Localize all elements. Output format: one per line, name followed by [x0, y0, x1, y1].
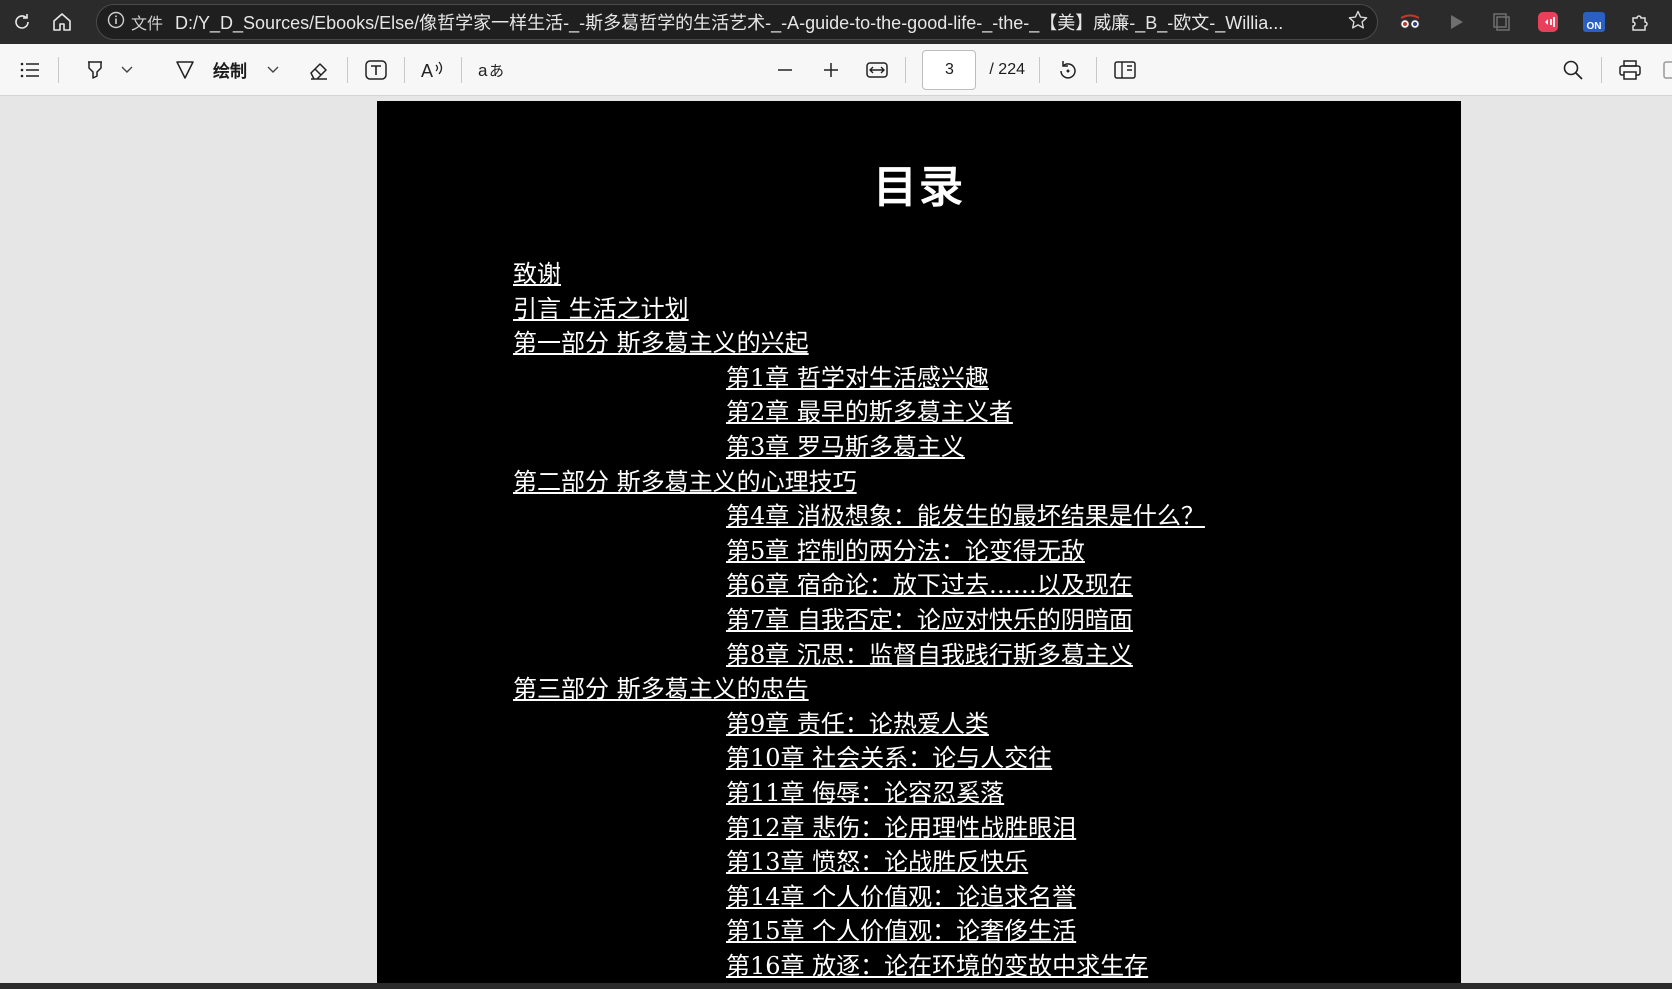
toc-link[interactable]: 第14章 个人价值观：论追求名誉: [726, 883, 1076, 911]
toc-link[interactable]: 第10章 社会关系：论与人交往: [726, 744, 1052, 772]
draw-label[interactable]: 绘制: [213, 57, 247, 82]
toc-item: 第三部分 斯多葛主义的忠告: [377, 672, 1461, 707]
toolbar-divider: [905, 56, 907, 83]
extension-music-icon[interactable]: [1536, 10, 1560, 34]
window-bottom-edge: [0, 983, 1672, 989]
toc-item: 第1章 哲学对生活感兴趣: [377, 361, 1461, 396]
toc-link[interactable]: 第1章 哲学对生活感兴趣: [726, 364, 989, 392]
extension-copy-icon[interactable]: [1490, 10, 1514, 34]
toc-link[interactable]: 第8章 沉思：监督自我践行斯多葛主义: [726, 641, 1133, 669]
toolbar-divider: [1039, 56, 1040, 83]
draw-icon[interactable]: [167, 52, 203, 88]
favorite-star-icon[interactable]: [1347, 9, 1369, 36]
zoom-out-icon[interactable]: [767, 52, 803, 88]
zoom-in-icon[interactable]: [813, 52, 849, 88]
toc-item: 第15章 个人价值观：论奢侈生活: [377, 914, 1461, 949]
svg-text:A: A: [421, 61, 433, 81]
toc-item: 第10章 社会关系：论与人交往: [377, 741, 1461, 776]
toc-item: 第二部分 斯多葛主义的心理技巧: [377, 465, 1461, 500]
print-icon[interactable]: [1612, 52, 1648, 88]
toolbar-divider: [1096, 56, 1097, 83]
eraser-icon[interactable]: [301, 52, 337, 88]
toc-item: 第3章 罗马斯多葛主义: [377, 430, 1461, 465]
url-text[interactable]: D:/Y_D_Sources/Ebooks/Else/像哲学家一样生活-_-斯多…: [175, 9, 1339, 35]
toolbar-divider: [461, 56, 462, 83]
toc-link[interactable]: 第9章 责任：论热爱人类: [726, 710, 989, 738]
toc-item: 第13章 愤怒：论战胜反快乐: [377, 845, 1461, 880]
toc-item: 致谢: [377, 257, 1461, 292]
toc-item: 第14章 个人价值观：论追求名誉: [377, 880, 1461, 915]
pdf-viewer-area[interactable]: 目录 致谢引言 生活之计划第一部分 斯多葛主义的兴起第1章 哲学对生活感兴趣 第2…: [0, 97, 1672, 989]
toc-link[interactable]: 致谢: [513, 260, 561, 288]
svg-text:あ: あ: [489, 62, 503, 80]
toc-link[interactable]: 第一部分 斯多葛主义的兴起: [513, 329, 809, 357]
toc-item: 第8章 沉思：监督自我践行斯多葛主义: [377, 638, 1461, 673]
browser-top-bar: 文件 D:/Y_D_Sources/Ebooks/Else/像哲学家一样生活-_…: [0, 0, 1672, 44]
toc-item: 第12章 悲伤：论用理性战胜眼泪: [377, 811, 1461, 846]
toc-link[interactable]: 第11章 侮辱：论容忍奚落: [726, 779, 1004, 807]
fit-width-icon[interactable]: [859, 52, 895, 88]
toc-link[interactable]: 第16章 放逐：论在环境的变故中求生存: [726, 952, 1148, 980]
info-icon[interactable]: [107, 11, 125, 34]
toolbar-divider: [1601, 56, 1602, 83]
extension-play-icon[interactable]: [1444, 10, 1468, 34]
on-badge-text: ON: [1587, 21, 1602, 32]
toc-link[interactable]: 第二部分 斯多葛主义的心理技巧: [513, 468, 857, 496]
toc-item: 第5章 控制的两分法：论变得无敌: [377, 534, 1461, 569]
toc-item: 第2章 最早的斯多葛主义者: [377, 395, 1461, 430]
toc-list: 致谢引言 生活之计划第一部分 斯多葛主义的兴起第1章 哲学对生活感兴趣 第2章 最…: [377, 257, 1461, 983]
refresh-icon[interactable]: [4, 4, 40, 40]
toc-item: 第9章 责任：论热爱人类: [377, 707, 1461, 742]
toc-title: 目录: [873, 162, 965, 213]
toc-item: 引言 生活之计划: [377, 292, 1461, 327]
toc-link[interactable]: 第7章 自我否定：论应对快乐的阴暗面: [726, 606, 1133, 634]
toc-item: 第11章 侮辱：论容忍奚落: [377, 776, 1461, 811]
read-aloud-icon[interactable]: A: [415, 52, 451, 88]
extension-on-badge-icon[interactable]: ON: [1582, 10, 1606, 34]
rotate-icon[interactable]: [1050, 52, 1086, 88]
search-icon[interactable]: [1555, 52, 1591, 88]
address-bar[interactable]: 文件 D:/Y_D_Sources/Ebooks/Else/像哲学家一样生活-_…: [96, 4, 1378, 40]
toc-link[interactable]: 引言 生活之计划: [513, 295, 689, 323]
contents-icon[interactable]: [12, 52, 48, 88]
toc-link[interactable]: 第三部分 斯多葛主义的忠告: [513, 675, 809, 703]
svg-text:a: a: [478, 61, 488, 80]
toc-link[interactable]: 第12章 悲伤：论用理性战胜眼泪: [726, 814, 1076, 842]
toolbar-divider: [347, 56, 348, 83]
toc-link[interactable]: 第15章 个人价值观：论奢侈生活: [726, 917, 1076, 945]
toc-item: 第4章 消极想象：能发生的最坏结果是什么？: [377, 499, 1461, 534]
toc-link[interactable]: 第3章 罗马斯多葛主义: [726, 433, 965, 461]
toc-item: 第6章 宿命论：放下过去……以及现在: [377, 568, 1461, 603]
pdf-toolbar: 绘制 A aあ 3 / 224: [0, 44, 1672, 96]
more-icon[interactable]: [1662, 52, 1672, 88]
page-view-icon[interactable]: [1107, 52, 1143, 88]
toolbar-divider: [404, 56, 405, 83]
toc-item: 第7章 自我否定：论应对快乐的阴暗面: [377, 603, 1461, 638]
toc-link[interactable]: 第13章 愤怒：论战胜反快乐: [726, 848, 1028, 876]
text-box-icon[interactable]: [358, 52, 394, 88]
toc-link[interactable]: 第4章 消极想象：能发生的最坏结果是什么？: [726, 502, 1205, 530]
highlight-icon[interactable]: [77, 52, 113, 88]
toolbar-divider: [58, 56, 59, 83]
scheme-label: 文件: [131, 14, 164, 33]
draw-chevron-down-icon[interactable]: [261, 52, 285, 88]
page-number-input[interactable]: 3: [922, 49, 977, 90]
extensions-puzzle-icon[interactable]: [1628, 10, 1652, 34]
toc-item: 第一部分 斯多葛主义的兴起: [377, 326, 1461, 361]
highlight-chevron-down-icon[interactable]: [115, 52, 139, 88]
home-icon[interactable]: [44, 4, 80, 40]
extension-glasses-icon[interactable]: [1398, 10, 1422, 34]
page-total: / 224: [989, 60, 1025, 78]
toc-link[interactable]: 第6章 宿命论：放下过去……以及现在: [726, 571, 1133, 599]
toc-item: 第16章 放逐：论在环境的变故中求生存: [377, 949, 1461, 984]
pdf-page: 目录 致谢引言 生活之计划第一部分 斯多葛主义的兴起第1章 哲学对生活感兴趣 第2…: [377, 101, 1461, 985]
toc-link[interactable]: 第5章 控制的两分法：论变得无敌: [726, 537, 1085, 565]
translate-icon[interactable]: aあ: [472, 52, 508, 88]
toc-link[interactable]: 第2章 最早的斯多葛主义者: [726, 398, 1013, 426]
